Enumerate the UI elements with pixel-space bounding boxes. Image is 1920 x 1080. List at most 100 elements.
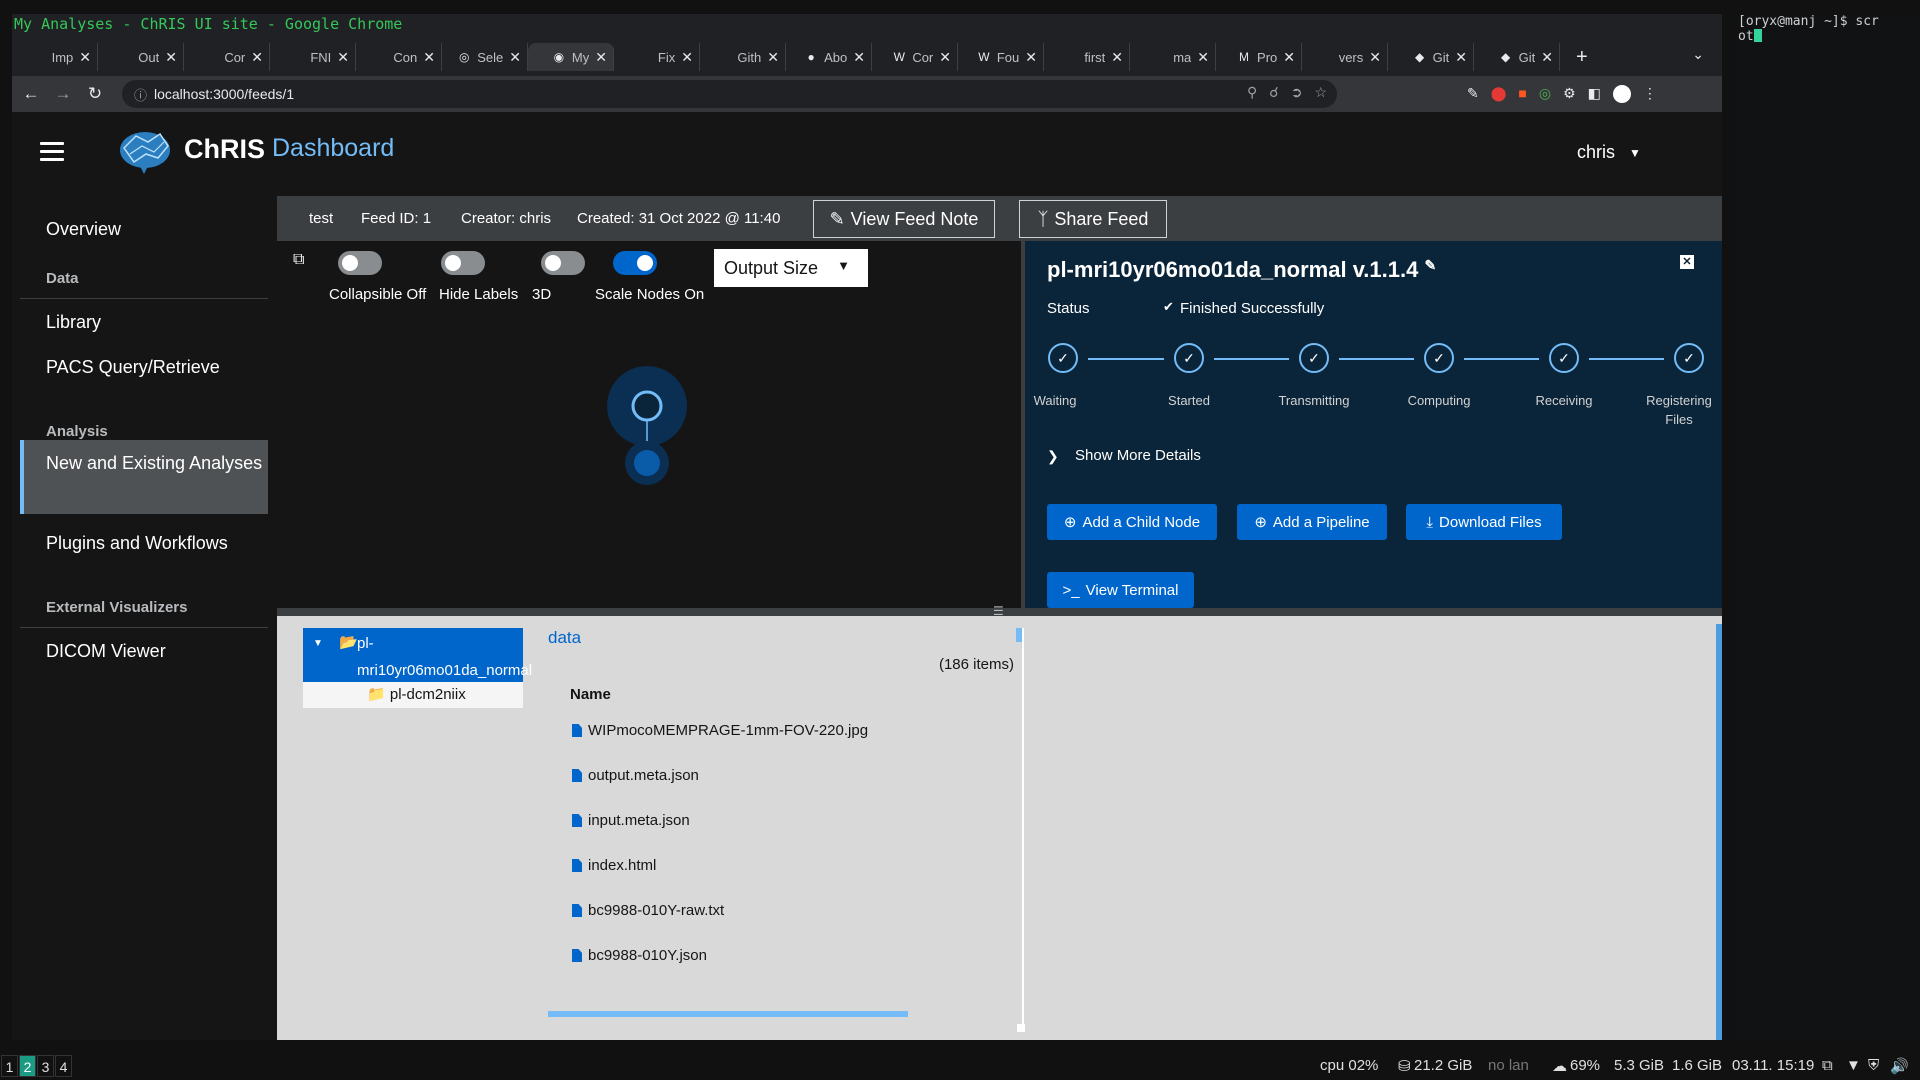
file-row[interactable]: bc9988-010Y-raw.txt [572,902,724,919]
horizontal-split-handle[interactable]: ☰ [277,604,1722,618]
share-feed-button[interactable]: ᛉ Share Feed [1019,200,1167,238]
add-pipeline-button[interactable]: ⊕ Add a Pipeline [1237,504,1387,540]
sidebar-item[interactable]: PACS Query/Retrieve [20,354,268,381]
workspace-button[interactable]: 2 [19,1055,36,1077]
output-size-select[interactable]: Output Size ▼ [714,249,868,287]
profile-avatar-icon[interactable] [1612,85,1631,103]
tab-close-icon[interactable]: ✕ [337,49,349,66]
browser-tab[interactable]: M Pro ✕ [1216,43,1302,71]
tab-close-icon[interactable]: ✕ [423,49,435,66]
feed-graph-panel[interactable]: ⧉ Output Size ▼ Collapsible Off Hide Labe… [277,241,1021,608]
close-icon[interactable]: ✕ [1680,255,1694,269]
bookmark-star-icon[interactable]: ☆ [1314,84,1327,101]
graph-toggle-switch[interactable] [338,251,382,275]
chevron-right-icon[interactable]: ❯ [1047,448,1059,465]
sidepanel-icon[interactable]: ◧ [1588,85,1601,103]
tab-close-icon[interactable]: ✕ [1111,49,1123,66]
tab-close-icon[interactable]: ✕ [681,49,693,66]
workspace-button[interactable]: 4 [55,1055,72,1077]
view-feed-note-button[interactable]: ✎ View Feed Note [813,200,995,238]
new-tab-button[interactable]: + [1576,46,1588,69]
browser-tab[interactable]: Gith ✕ [700,43,786,71]
add-child-node-button[interactable]: ⊕ Add a Child Node [1047,504,1217,540]
site-info-icon[interactable]: ⓘ [134,85,154,104]
wifi-icon[interactable]: ▼ [1846,1057,1861,1074]
name-column-header[interactable]: Name [570,686,611,703]
tree-node-child[interactable]: 📁 pl-dcm2niix [303,682,523,708]
browser-tab[interactable]: Imp ✕ [12,43,98,71]
tab-close-icon[interactable]: ✕ [509,49,521,66]
puzzle-icon[interactable]: ⚙ [1563,85,1576,103]
tab-close-icon[interactable]: ✕ [1283,49,1295,66]
tab-close-icon[interactable]: ✕ [853,49,865,66]
forward-icon[interactable]: → [50,84,76,104]
terminal-window[interactable]: [oryx@manj ~]$ scr ot [1736,14,1920,1040]
browser-tab[interactable]: ◉ My ✕ [528,43,614,71]
sidebar-item[interactable]: Library [20,309,268,336]
extension-red-icon[interactable]: ■ [1518,85,1526,103]
browser-tab[interactable]: Out ✕ [98,43,184,71]
tab-close-icon[interactable]: ✕ [1541,49,1553,66]
reload-icon[interactable]: ↻ [82,84,108,104]
graph-toggle-switch[interactable] [541,251,585,275]
share-icon[interactable]: ➲ [1291,84,1303,101]
file-row[interactable]: index.html [572,857,656,874]
feed-tree-graph[interactable] [602,366,692,516]
tab-close-icon[interactable]: ✕ [939,49,951,66]
view-terminal-button[interactable]: >_ View Terminal [1047,572,1194,608]
browser-tab[interactable]: ◆ Git ✕ [1388,43,1474,71]
back-icon[interactable]: ← [18,84,44,104]
url-input[interactable]: ⓘ localhost:3000/feeds/1 ⚲ ☌ ➲ ☆ [122,80,1337,108]
menu-kebab-icon[interactable]: ⋮ [1643,85,1657,103]
tray-window-icon[interactable]: ⧉ [1822,1057,1833,1074]
graph-toggle-switch[interactable] [613,251,657,275]
tree-node-root[interactable]: ▼ 📂 pl-mri10yr06mo01da_normal [303,628,532,682]
browser-tab[interactable]: W Cor ✕ [872,43,958,71]
workspace-button[interactable]: 1 [1,1055,18,1077]
download-files-button[interactable]: ⤓ Download Files [1406,504,1562,540]
file-row[interactable]: WIPmocoMEMPRAGE-1mm-FOV-220.jpg [572,722,868,739]
tab-close-icon[interactable]: ✕ [251,49,263,66]
horizontal-scrollbar[interactable] [548,1011,908,1017]
tab-close-icon[interactable]: ✕ [165,49,177,66]
browser-tab[interactable]: vers ✕ [1302,43,1388,71]
tab-close-icon[interactable]: ✕ [1369,49,1381,66]
file-row[interactable]: input.meta.json [572,812,690,829]
browser-tab[interactable]: ◎ Sele ✕ [442,43,528,71]
tab-close-icon[interactable]: ✕ [1025,49,1037,66]
browser-tab[interactable]: Cor ✕ [184,43,270,71]
sidebar-item[interactable]: New and Existing Analyses [20,440,268,514]
tab-close-icon[interactable]: ✕ [1455,49,1467,66]
tab-close-icon[interactable]: ✕ [79,49,91,66]
reset-view-icon[interactable]: ⧉ [293,251,304,269]
key-icon[interactable]: ⚲ [1247,84,1257,101]
sidebar-item[interactable]: Plugins and Workflows [20,530,268,557]
volume-icon[interactable]: 🔊 [1890,1057,1909,1075]
sidebar-item[interactable]: Overview [20,216,268,243]
tab-close-icon[interactable]: ✕ [595,49,607,66]
browser-tab[interactable]: Con ✕ [356,43,442,71]
browser-tab[interactable]: ● Abo ✕ [786,43,872,71]
browser-tab[interactable]: W Fou ✕ [958,43,1044,71]
caret-down-icon[interactable]: ▼ [313,630,323,657]
graph-node-child[interactable] [634,450,660,476]
user-dropdown[interactable]: chris ▼ [1577,142,1641,163]
browser-tab[interactable]: ma ✕ [1130,43,1216,71]
breadcrumb[interactable]: data [548,628,581,648]
browser-tab[interactable]: ◆ Git ✕ [1474,43,1560,71]
tab-search-icon[interactable]: ⌄ [1692,46,1704,63]
eyedropper-icon[interactable]: ✎ [1467,85,1479,103]
shield-icon[interactable]: ⛨ [1868,1057,1879,1074]
file-row[interactable]: bc9988-010Y.json [572,947,707,964]
tab-close-icon[interactable]: ✕ [767,49,779,66]
show-more-details-toggle[interactable]: Show More Details [1075,447,1201,464]
extension-green-icon[interactable]: ◎ [1539,85,1551,103]
edit-pencil-icon[interactable]: ✎ [1424,257,1436,273]
workspace-button[interactable]: 3 [37,1055,54,1077]
sidebar-item[interactable]: DICOM Viewer [20,638,268,665]
tab-close-icon[interactable]: ✕ [1197,49,1209,66]
zoom-icon[interactable]: ☌ [1269,84,1278,101]
browser-tab[interactable]: FNI ✕ [270,43,356,71]
hamburger-menu-icon[interactable] [40,142,64,162]
graph-node-root[interactable] [631,390,663,422]
